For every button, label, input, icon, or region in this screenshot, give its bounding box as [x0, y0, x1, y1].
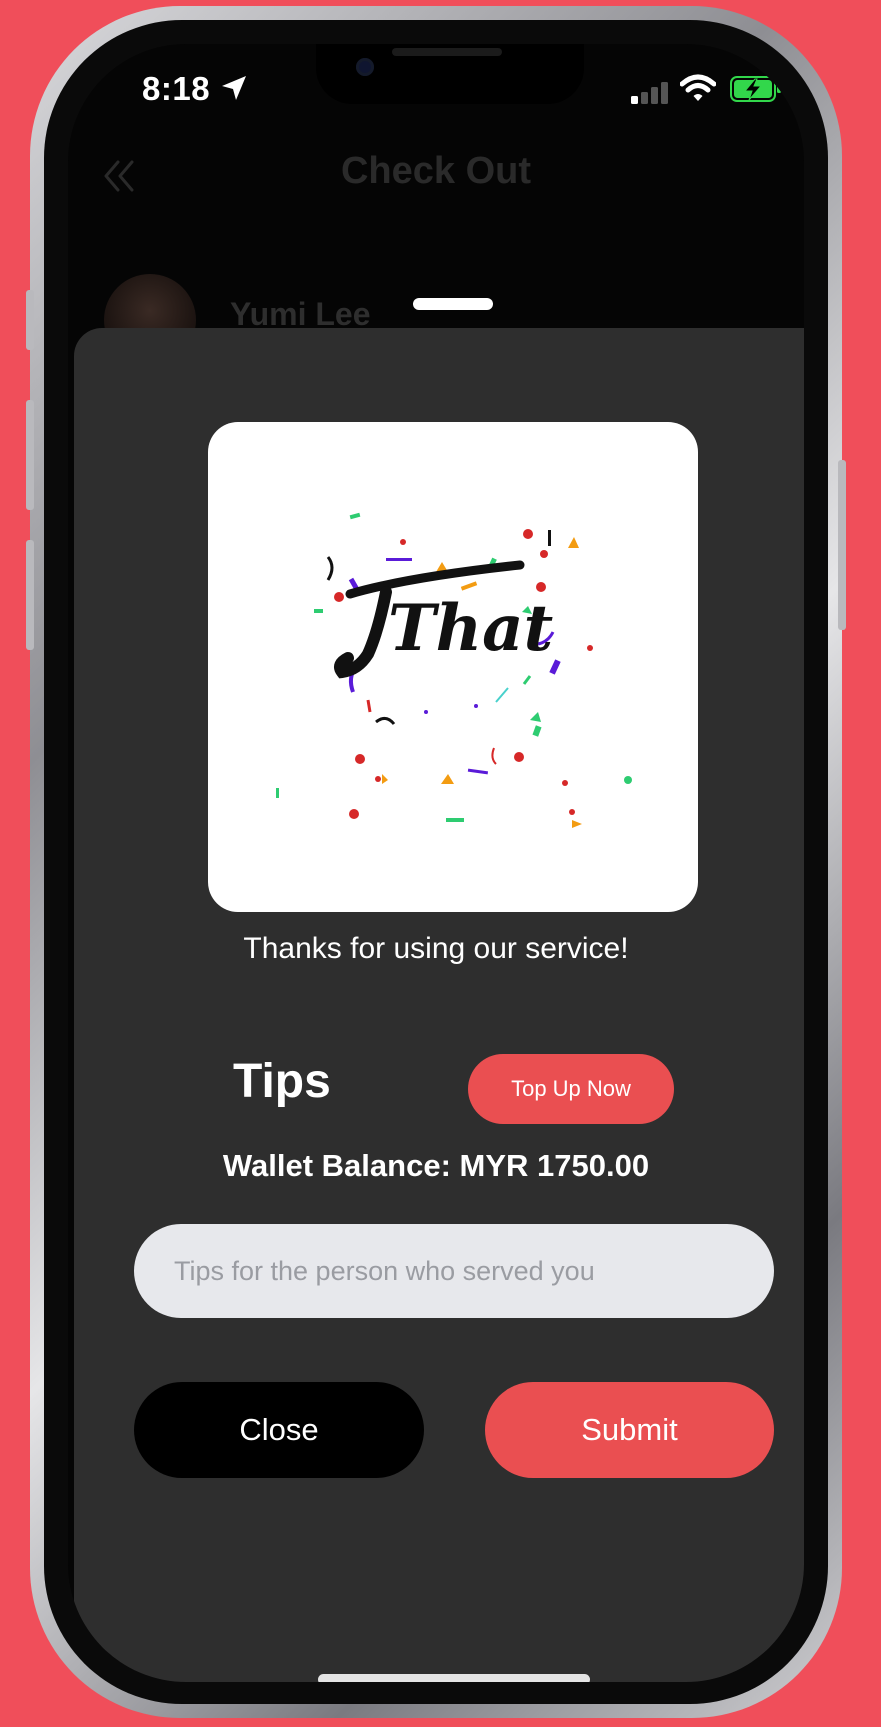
wallet-balance: Wallet Balance: MYR 1750.00	[222, 1148, 650, 1183]
top-up-button[interactable]: Top Up Now	[468, 1054, 674, 1124]
battery-charging-icon	[730, 76, 781, 102]
that-logo: That	[334, 560, 553, 679]
status-time: 8:18	[142, 70, 211, 107]
thanks-message: Thanks for using our service!	[243, 932, 629, 965]
page-title: Check Out	[340, 150, 532, 192]
tips-heading: Tips	[233, 1055, 331, 1108]
tips-input[interactable]	[134, 1224, 774, 1318]
phone-screen: 8:18 Check Out Yumi Lee That Thanks for …	[68, 44, 804, 1682]
cellular-signal-icon	[631, 82, 668, 104]
submit-button[interactable]: Submit	[485, 1382, 774, 1478]
home-indicator[interactable]	[318, 1674, 590, 1682]
volume-down-button	[26, 540, 34, 650]
wifi-icon	[680, 74, 716, 101]
speaker-grille	[392, 48, 502, 56]
power-button	[838, 460, 846, 630]
confetti-logo-graphic: That	[276, 512, 632, 828]
confetti	[276, 512, 632, 828]
celebration-image: That	[208, 422, 698, 912]
close-button[interactable]: Close	[134, 1382, 424, 1478]
sheet-drag-handle[interactable]	[413, 298, 493, 310]
logo-text: That	[388, 591, 553, 666]
volume-up-button	[26, 400, 34, 510]
silent-switch	[26, 290, 34, 350]
front-camera	[356, 58, 374, 76]
location-arrow-icon	[222, 76, 246, 100]
notch	[316, 44, 584, 104]
